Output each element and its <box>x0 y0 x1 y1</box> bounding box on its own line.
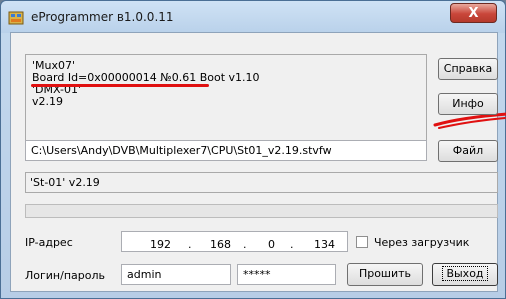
flash-button[interactable]: Прошить <box>347 263 423 286</box>
info-button-label: Инфо <box>452 97 484 110</box>
close-button[interactable]: X <box>450 3 497 23</box>
exit-button[interactable]: Выход <box>432 263 498 286</box>
ip-octet-1[interactable]: 192 <box>150 235 171 251</box>
ip-address-field[interactable]: 192 . 168 . 0 . 134 <box>121 231 348 252</box>
ip-octet-2[interactable]: 168 <box>210 235 231 251</box>
ip-octet-4[interactable]: 134 <box>314 235 335 251</box>
red-underline-annotation <box>31 84 209 87</box>
progress-bar <box>25 204 498 218</box>
title-bar[interactable]: eProgrammer в1.0.0.11 X <box>1 1 505 33</box>
file-button-label: Файл <box>452 144 484 157</box>
app-window: eProgrammer в1.0.0.11 X 'Mux07' Board Id… <box>0 0 506 299</box>
flash-button-label: Прошить <box>358 267 412 280</box>
firmware-path-value: C:\Users\Andy\DVB\Multiplexer7\CPU\St01_… <box>31 144 332 157</box>
info-line-2: Board Id=0x00000014 №0.61 Boot v1.10 <box>32 71 260 84</box>
bootloader-checkbox[interactable] <box>356 236 368 248</box>
help-button[interactable]: Справка <box>438 58 498 80</box>
login-label: Логин/пароль <box>25 269 105 282</box>
ip-dot-3: . <box>290 238 294 251</box>
exit-button-label: Выход <box>442 266 488 281</box>
status-field: 'St-01' v2.19 <box>25 172 498 193</box>
ip-dot-1: . <box>188 238 192 251</box>
client-area: 'Mux07' Board Id=0x00000014 №0.61 Boot v… <box>10 32 506 292</box>
ip-label: IP-адрес <box>25 236 73 249</box>
close-icon: X <box>468 6 479 21</box>
file-button[interactable]: Файл <box>438 140 498 162</box>
app-icon <box>8 11 24 25</box>
status-text: 'St-01' v2.19 <box>30 176 100 189</box>
username-value: admin <box>127 268 162 281</box>
window-title: eProgrammer в1.0.0.11 <box>31 10 174 24</box>
ip-dot-2: . <box>243 238 247 251</box>
ip-octet-3[interactable]: 0 <box>268 235 275 251</box>
bootloader-label[interactable]: Через загрузчик <box>374 236 469 249</box>
device-info-box: 'Mux07' Board Id=0x00000014 №0.61 Boot v… <box>25 54 427 151</box>
username-input[interactable]: admin <box>121 264 231 285</box>
firmware-path-field[interactable]: C:\Users\Andy\DVB\Multiplexer7\CPU\St01_… <box>25 140 427 161</box>
info-button[interactable]: Инфо <box>438 93 498 115</box>
password-value: ***** <box>243 268 271 281</box>
password-input[interactable]: ***** <box>237 264 336 285</box>
help-button-label: Справка <box>443 62 493 75</box>
info-line-4: v2.19 <box>32 95 64 108</box>
